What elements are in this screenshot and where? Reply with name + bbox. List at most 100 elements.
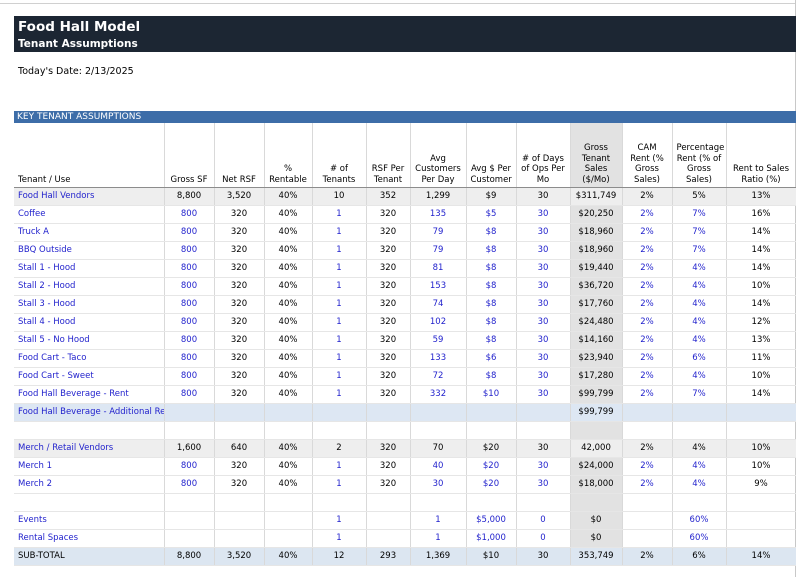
table-cell[interactable]: 1,299 — [410, 187, 467, 206]
tenant-name-cell[interactable]: Stall 2 - Hood — [14, 277, 165, 296]
table-cell[interactable]: $19,440 — [570, 259, 623, 278]
table-cell[interactable]: $8 — [466, 241, 517, 260]
table-cell[interactable]: 2 — [312, 439, 367, 458]
table-cell[interactable]: $36,720 — [570, 277, 623, 296]
table-cell[interactable]: 42,000 — [570, 439, 623, 458]
table-cell[interactable]: 800 — [164, 331, 215, 350]
table-cell[interactable]: 3,520 — [214, 547, 265, 566]
table-cell[interactable]: 30 — [516, 367, 571, 386]
table-cell[interactable]: 800 — [164, 223, 215, 242]
table-cell[interactable]: 72 — [410, 367, 467, 386]
table-cell[interactable]: 320 — [366, 313, 411, 332]
table-cell[interactable]: 8,800 — [164, 547, 215, 566]
table-cell[interactable]: $23,940 — [570, 349, 623, 368]
table-cell[interactable]: 70 — [410, 439, 467, 458]
table-cell[interactable]: 40% — [264, 205, 313, 224]
table-cell[interactable]: $1,000 — [466, 529, 517, 548]
table-cell[interactable]: $10 — [466, 547, 517, 566]
table-cell[interactable]: $8 — [466, 223, 517, 242]
table-cell[interactable] — [410, 493, 467, 512]
table-cell[interactable] — [466, 403, 517, 422]
table-cell[interactable]: $311,749 — [570, 187, 623, 206]
tenant-name-cell[interactable]: Food Hall Beverage - Additional Revenue — [14, 403, 165, 422]
column-header[interactable]: CAM Rent (% Gross Sales) — [622, 123, 673, 188]
table-cell[interactable]: $20 — [466, 439, 517, 458]
table-cell[interactable]: $8 — [466, 295, 517, 314]
table-cell[interactable]: 1 — [312, 331, 367, 350]
table-cell[interactable]: 30 — [516, 457, 571, 476]
table-cell[interactable] — [672, 421, 727, 440]
column-header[interactable]: Avg $ Per Customer — [466, 123, 517, 188]
table-cell[interactable]: $20 — [466, 475, 517, 494]
tenant-name-cell[interactable]: Rental Spaces — [14, 529, 165, 548]
table-cell[interactable]: 81 — [410, 259, 467, 278]
table-cell[interactable] — [214, 511, 265, 530]
table-cell[interactable]: $5 — [466, 205, 517, 224]
table-cell[interactable]: 320 — [214, 277, 265, 296]
table-cell[interactable]: 353,749 — [570, 547, 623, 566]
tenant-name-cell[interactable]: Food Cart - Taco — [14, 349, 165, 368]
tenant-name-cell[interactable]: Food Hall Vendors — [14, 187, 165, 206]
table-cell[interactable] — [312, 493, 367, 512]
table-cell[interactable] — [264, 493, 313, 512]
table-cell[interactable]: 352 — [366, 187, 411, 206]
column-header[interactable]: RSF Per Tenant — [366, 123, 411, 188]
column-header[interactable]: # of Days of Ops Per Mo — [516, 123, 571, 188]
table-cell[interactable]: 800 — [164, 295, 215, 314]
table-cell[interactable]: $17,280 — [570, 367, 623, 386]
table-cell[interactable]: 800 — [164, 349, 215, 368]
table-cell[interactable]: 1 — [312, 241, 367, 260]
table-cell[interactable]: 40% — [264, 241, 313, 260]
table-cell[interactable]: 320 — [214, 331, 265, 350]
table-cell[interactable]: 7% — [672, 241, 727, 260]
column-header[interactable]: Rent to Sales Ratio (%) — [726, 123, 796, 188]
table-cell[interactable]: $6 — [466, 349, 517, 368]
table-cell[interactable]: $18,960 — [570, 223, 623, 242]
table-cell[interactable] — [726, 421, 796, 440]
table-cell[interactable] — [264, 421, 313, 440]
table-cell[interactable]: 1 — [312, 529, 367, 548]
table-cell[interactable]: 4% — [672, 331, 727, 350]
column-header[interactable]: Gross Tenant Sales ($/Mo) — [570, 123, 623, 188]
table-cell[interactable]: 74 — [410, 295, 467, 314]
table-cell[interactable]: 8,800 — [164, 187, 215, 206]
table-cell[interactable]: 11% — [726, 349, 796, 368]
table-cell[interactable]: 2% — [622, 187, 673, 206]
table-cell[interactable]: 133 — [410, 349, 467, 368]
table-cell[interactable]: 10% — [726, 277, 796, 296]
table-cell[interactable]: 4% — [672, 457, 727, 476]
table-cell[interactable]: 800 — [164, 313, 215, 332]
table-cell[interactable]: 1 — [312, 511, 367, 530]
table-cell[interactable]: 30 — [516, 385, 571, 404]
table-cell[interactable]: 30 — [516, 241, 571, 260]
table-cell[interactable]: 16% — [726, 205, 796, 224]
table-cell[interactable] — [622, 511, 673, 530]
table-cell[interactable]: 800 — [164, 205, 215, 224]
table-cell[interactable]: 640 — [214, 439, 265, 458]
tenant-name-cell[interactable] — [14, 421, 165, 440]
table-cell[interactable]: 14% — [726, 259, 796, 278]
table-cell[interactable] — [366, 403, 411, 422]
table-cell[interactable]: 320 — [214, 367, 265, 386]
table-cell[interactable]: $8 — [466, 367, 517, 386]
table-cell[interactable]: 1 — [312, 295, 367, 314]
table-cell[interactable]: 2% — [622, 223, 673, 242]
table-cell[interactable] — [264, 511, 313, 530]
table-cell[interactable]: 13% — [726, 331, 796, 350]
table-cell[interactable] — [466, 421, 517, 440]
table-cell[interactable]: 135 — [410, 205, 467, 224]
table-cell[interactable]: $0 — [570, 529, 623, 548]
table-cell[interactable]: 1 — [312, 223, 367, 242]
table-cell[interactable]: 293 — [366, 547, 411, 566]
table-cell[interactable]: 2% — [622, 259, 673, 278]
table-cell[interactable]: 320 — [214, 313, 265, 332]
table-cell[interactable]: 13% — [726, 187, 796, 206]
table-cell[interactable]: 0 — [516, 529, 571, 548]
table-cell[interactable] — [214, 493, 265, 512]
table-cell[interactable]: 14% — [726, 385, 796, 404]
table-cell[interactable]: 30 — [410, 475, 467, 494]
table-cell[interactable]: 2% — [622, 367, 673, 386]
column-header[interactable]: Net RSF — [214, 123, 265, 188]
table-cell[interactable]: 320 — [214, 295, 265, 314]
table-cell[interactable]: 1 — [312, 205, 367, 224]
